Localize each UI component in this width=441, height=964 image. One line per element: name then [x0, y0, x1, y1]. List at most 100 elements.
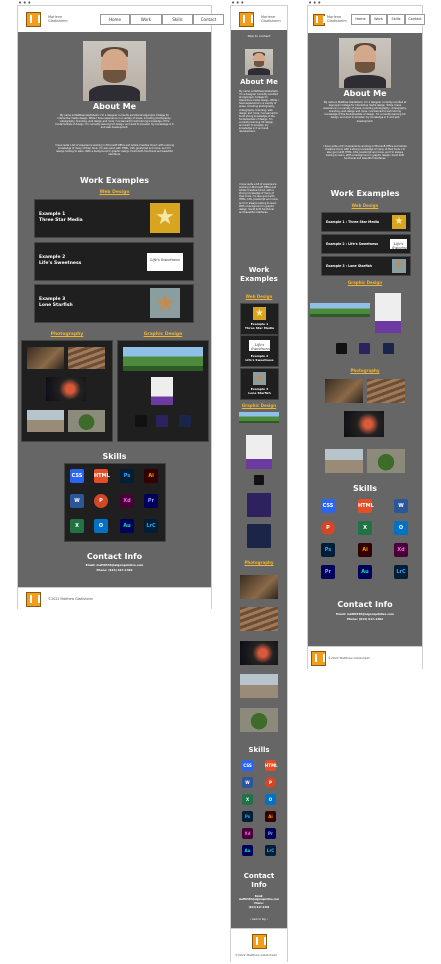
- photo-night[interactable]: [46, 377, 86, 401]
- graphic-design-heading: Graphic Design: [143, 332, 183, 337]
- work-example-1[interactable]: Example 1 Three Star Media: [240, 303, 279, 335]
- nav-contact[interactable]: Contact: [193, 14, 224, 25]
- nav-work[interactable]: Work: [370, 14, 387, 25]
- photo-guitar[interactable]: [325, 379, 363, 403]
- photo-bush[interactable]: [367, 449, 405, 473]
- about-title: About Me: [92, 102, 137, 111]
- photo-stairs[interactable]: [240, 607, 278, 631]
- graphic-palm-banner[interactable]: [123, 347, 203, 371]
- footer-logo-icon[interactable]: [252, 934, 267, 949]
- xd-icon: Xd: [394, 543, 408, 557]
- photo-bush[interactable]: [68, 410, 105, 432]
- graphic-stars-icon[interactable]: [247, 524, 271, 548]
- nav-work[interactable]: Work: [130, 14, 162, 25]
- photo-stairs[interactable]: [68, 347, 105, 369]
- photo-guitar[interactable]: [240, 575, 278, 599]
- logo-icon[interactable]: [26, 12, 41, 27]
- lightroom-icon: LrC: [394, 565, 408, 579]
- footer-logo-icon[interactable]: [26, 592, 41, 607]
- graphic-wizard-icon[interactable]: [359, 343, 370, 354]
- graphic-stars-icon[interactable]: [179, 415, 191, 427]
- work-example-3[interactable]: Example 3 : Lone Starfish: [321, 256, 411, 276]
- lone-starfish-thumbnail[interactable]: [392, 259, 406, 273]
- audition-icon: Au: [120, 519, 134, 533]
- premiere-icon: Pr: [321, 565, 335, 579]
- example-name: Life's Sweetness: [245, 358, 274, 362]
- illustrator-icon: Ai: [358, 543, 372, 557]
- graphic-poster[interactable]: [375, 293, 401, 333]
- nav-contact[interactable]: Contact: [405, 14, 425, 25]
- work-example-2[interactable]: Example 2 : Life's Sweetness: [321, 234, 411, 254]
- back-to-top-link[interactable]: • back to top •: [231, 918, 287, 922]
- graphic-palm-banner[interactable]: [310, 303, 370, 317]
- work-example-2[interactable]: Example 2 Life's Sweetness: [34, 242, 194, 281]
- nav-home[interactable]: Home: [351, 14, 370, 25]
- work-title: Work Examples: [240, 266, 278, 283]
- lifes-sweetness-thumbnail[interactable]: [249, 340, 270, 351]
- photo-ruins[interactable]: [240, 674, 278, 698]
- nav-home[interactable]: Home: [100, 14, 130, 25]
- photoshop-icon: Ps: [120, 469, 134, 483]
- nav-skills[interactable]: Skills: [387, 14, 405, 25]
- three-star-media-thumbnail[interactable]: [150, 203, 180, 233]
- graphic-poster[interactable]: [246, 435, 272, 469]
- three-star-media-thumbnail[interactable]: [253, 307, 266, 320]
- word-icon: W: [394, 499, 408, 513]
- contact-phone[interactable]: Phone: (613) 617-1302: [308, 617, 422, 622]
- audition-icon: Au: [358, 565, 372, 579]
- illustrator-icon: Ai: [144, 469, 158, 483]
- work-example-2[interactable]: Example 2 Life's Sweetness: [240, 335, 279, 367]
- skills-grid: CSS HTML Ps Ai W P Xd Pr X O Au LrC: [64, 463, 166, 542]
- contact-phone[interactable]: Phone: (613) 617-1302: [18, 568, 211, 573]
- graphic-poster[interactable]: [151, 377, 173, 405]
- site-footer: ©2022 Matthew Gladisheim: [231, 928, 287, 962]
- photo-stairs[interactable]: [367, 379, 405, 403]
- graphic-wizard-icon[interactable]: [247, 493, 271, 517]
- work-example-3[interactable]: Example 3 Lone Starfish: [34, 284, 194, 323]
- photo-ruins[interactable]: [27, 410, 64, 432]
- work-example-1[interactable]: Example 1 Three Star Media: [34, 199, 194, 238]
- graphic-stars-icon[interactable]: [383, 343, 394, 354]
- html-icon: HTML: [94, 469, 110, 483]
- logo-icon[interactable]: [313, 14, 325, 26]
- excel-icon: X: [358, 521, 372, 535]
- contact-title: Contact Info: [243, 872, 275, 889]
- html-icon: HTML: [358, 499, 374, 513]
- photoshop-icon: Ps: [321, 543, 335, 557]
- three-star-media-thumbnail[interactable]: [392, 215, 406, 229]
- lifes-sweetness-thumbnail[interactable]: [390, 239, 407, 250]
- example-label: Example 1 : Three Star Media: [326, 220, 380, 224]
- about-paragraph-2: I have quite a bit of experience working…: [54, 144, 175, 157]
- graphic-cat-icon[interactable]: [135, 415, 147, 427]
- contact-email[interactable]: Email: matt0336@algonquinlive.com: [18, 563, 211, 568]
- graphic-cat-icon[interactable]: [336, 343, 347, 354]
- photo-night[interactable]: [240, 641, 278, 665]
- footer-logo-icon[interactable]: [311, 651, 326, 666]
- about-paragraph-2: I have quite a bit of experience working…: [239, 183, 279, 214]
- photo-night[interactable]: [344, 411, 384, 437]
- web-design-heading: Web Design: [99, 190, 130, 195]
- photo-ruins[interactable]: [325, 449, 363, 473]
- nav-skills[interactable]: Skills: [162, 14, 193, 25]
- logo-icon[interactable]: [239, 12, 254, 27]
- skip-link[interactable]: Skip to content: [231, 34, 287, 38]
- work-example-3[interactable]: Example 3 Lone Starfish: [240, 368, 279, 400]
- photography-gallery: [21, 340, 113, 442]
- lone-starfish-thumbnail[interactable]: [253, 372, 266, 385]
- contact-email[interactable]: Email: matt0336@algonquinlive.com: [308, 612, 422, 617]
- lone-starfish-thumbnail[interactable]: [150, 288, 180, 318]
- work-example-1[interactable]: Example 1 : Three Star Media: [321, 212, 411, 232]
- profile-photo: [83, 41, 146, 101]
- graphic-cat-icon[interactable]: [254, 475, 264, 485]
- example-name: Three Star Media: [244, 326, 275, 330]
- photo-guitar[interactable]: [27, 347, 64, 369]
- contact-phone[interactable]: (613) 617-1302: [231, 906, 287, 909]
- example-name: Lone Starfish: [39, 303, 73, 308]
- main-content: About Me My name is Matthew Gladisheim. …: [18, 32, 211, 587]
- graphic-palm-banner[interactable]: [239, 412, 279, 423]
- contact-email[interactable]: matt0336@algonquinlive.com: [231, 898, 287, 901]
- lifes-sweetness-thumbnail[interactable]: [147, 253, 183, 271]
- graphic-wizard-icon[interactable]: [156, 415, 168, 427]
- photo-bush[interactable]: [240, 708, 278, 732]
- copyright: ©2022 Matthew Gladisheim: [328, 656, 371, 660]
